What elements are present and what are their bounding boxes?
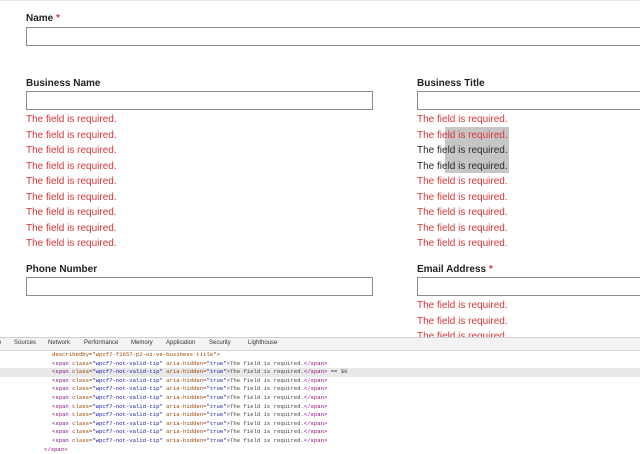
- error-message: The field is required.: [417, 331, 508, 337]
- error-message: The field is required.: [417, 160, 508, 172]
- dom-line[interactable]: <span class="wpcf7-not-valid-tip" aria-h…: [0, 377, 640, 386]
- error-message: The field is required.: [417, 145, 508, 156]
- dom-line[interactable]: <span class="wpcf7-not-valid-tip" aria-h…: [0, 360, 640, 369]
- contact-form: Name * Business Name The field is requir…: [0, 0, 640, 337]
- tab-elements[interactable]: e: [0, 340, 1, 346]
- error-message: The field is required.: [417, 300, 508, 311]
- top-divider: [0, 0, 640, 1]
- error-message: The field is required.: [26, 191, 117, 203]
- business-name-input[interactable]: [26, 91, 373, 110]
- dom-line[interactable]: <span class="wpcf7-not-valid-tip" aria-h…: [0, 411, 640, 420]
- required-mark: *: [56, 13, 60, 24]
- business-title-label: Business Title: [417, 78, 485, 89]
- error-message: The field is required.: [417, 315, 508, 327]
- dom-line-selected[interactable]: <span class="wpcf7-not-valid-tip" aria-h…: [0, 368, 640, 377]
- business-title-input[interactable]: [417, 91, 640, 110]
- dom-line[interactable]: </span>: [0, 446, 640, 454]
- phone-input[interactable]: [26, 277, 373, 296]
- email-label: Email Address *: [417, 264, 493, 275]
- tab-security[interactable]: Security: [209, 340, 231, 346]
- dom-line[interactable]: <span class="wpcf7-not-valid-tip" aria-h…: [0, 394, 640, 403]
- error-message: The field is required.: [417, 222, 508, 234]
- tab-network[interactable]: Network: [48, 340, 70, 346]
- dom-line[interactable]: <span class="wpcf7-not-valid-tip" aria-h…: [0, 437, 640, 446]
- error-message: The field is required.: [417, 114, 508, 125]
- error-message: The field is required.: [26, 129, 117, 141]
- error-message: The field is required.: [26, 207, 117, 218]
- error-message: The field is required.: [417, 238, 508, 249]
- dom-line[interactable]: <span class="wpcf7-not-valid-tip" aria-h…: [0, 385, 640, 394]
- error-message: The field is required.: [26, 160, 117, 172]
- error-message: The field is required.: [26, 222, 117, 234]
- error-message: The field is required.: [26, 238, 117, 249]
- required-mark: *: [488, 264, 493, 275]
- tab-memory[interactable]: Memory: [131, 340, 153, 346]
- error-message: The field is required.: [417, 129, 508, 141]
- devtools-panel: e Sources Network Performance Memory App…: [0, 337, 640, 453]
- email-input[interactable]: [417, 277, 640, 296]
- phone-label: Phone Number: [26, 264, 98, 275]
- dom-line[interactable]: <span class="wpcf7-not-valid-tip" aria-h…: [0, 420, 640, 429]
- name-input[interactable]: [26, 27, 640, 46]
- error-message: The field is required.: [26, 114, 117, 125]
- tab-application[interactable]: Application: [166, 340, 195, 346]
- error-message: The field is required.: [26, 176, 117, 187]
- devtools-tabbar: e Sources Network Performance Memory App…: [0, 338, 640, 351]
- error-message: The field is required.: [26, 145, 117, 156]
- error-message: The field is required.: [417, 176, 508, 187]
- dom-tree: describedby="wpcf7-f2657-p2-o1-ve-busine…: [0, 351, 640, 454]
- dom-line[interactable]: <span class="wpcf7-not-valid-tip" aria-h…: [0, 428, 640, 437]
- tab-lighthouse[interactable]: Lighthouse: [248, 340, 277, 346]
- error-message: The field is required.: [417, 207, 508, 218]
- tab-performance[interactable]: Performance: [84, 340, 118, 346]
- dom-line[interactable]: <span class="wpcf7-not-valid-tip" aria-h…: [0, 403, 640, 412]
- tab-sources[interactable]: Sources: [14, 340, 36, 346]
- dom-line[interactable]: describedby="wpcf7-f2657-p2-o1-ve-busine…: [0, 351, 640, 360]
- business-name-label: Business Name: [26, 78, 101, 89]
- error-message: The field is required.: [417, 191, 508, 203]
- name-label: Name *: [26, 13, 60, 24]
